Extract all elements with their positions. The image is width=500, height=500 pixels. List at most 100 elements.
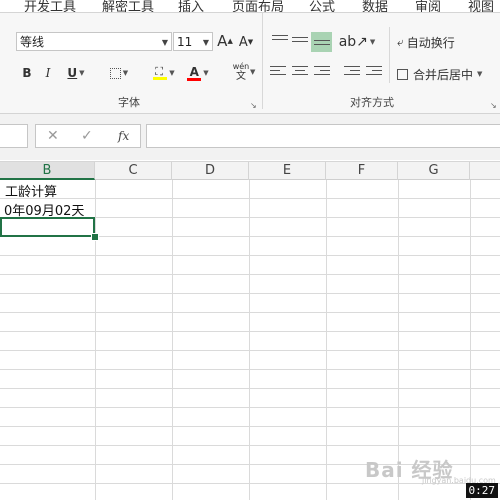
tab-page-layout[interactable]: 页面布局 bbox=[232, 0, 284, 12]
underline-button[interactable]: U ▼ bbox=[61, 64, 91, 82]
video-timer: 0:27 bbox=[465, 483, 498, 498]
wrap-text-button[interactable]: ⤶ 自动换行 bbox=[397, 32, 469, 52]
column-header-e[interactable]: E bbox=[249, 162, 326, 180]
tab-view[interactable]: 视图 bbox=[468, 0, 494, 12]
align-right-icon[interactable] bbox=[314, 66, 330, 80]
formula-bar-area: ✕ ✓ fx bbox=[0, 114, 500, 160]
merge-center-label: 合并后居中 bbox=[413, 67, 474, 82]
worksheet-grid[interactable]: 工龄计算 0年09月02天 bbox=[0, 180, 500, 500]
group-divider bbox=[262, 13, 263, 109]
gridline bbox=[0, 331, 500, 332]
insert-function-icon[interactable]: fx bbox=[118, 129, 129, 143]
wrap-text-label: 自动换行 bbox=[406, 35, 455, 50]
gridline bbox=[0, 388, 500, 389]
italic-icon: I bbox=[45, 66, 51, 80]
gridline bbox=[0, 445, 500, 446]
cancel-icon[interactable]: ✕ bbox=[47, 128, 59, 144]
gridline bbox=[0, 407, 500, 408]
gridline bbox=[0, 293, 500, 294]
chevron-down-icon: ▼ bbox=[477, 70, 483, 78]
align-top-icon[interactable] bbox=[272, 35, 288, 49]
formula-buttons: ✕ ✓ fx bbox=[35, 124, 141, 148]
font-size-value: 11 bbox=[177, 35, 193, 49]
orientation-button[interactable]: ab↗ ▼ bbox=[339, 32, 376, 52]
group-divider bbox=[389, 27, 390, 83]
font-color-button[interactable]: A ▼ bbox=[183, 62, 213, 84]
paint-bucket-icon: ⛶ bbox=[153, 65, 168, 81]
italic-button[interactable]: I bbox=[40, 64, 56, 82]
gridline bbox=[0, 426, 500, 427]
wrap-text-icon: ⤶ bbox=[397, 34, 404, 49]
column-header-f[interactable]: F bbox=[326, 162, 398, 180]
decrease-indent-icon[interactable] bbox=[344, 66, 360, 80]
chevron-down-icon: ▼ bbox=[203, 69, 209, 77]
font-name-value: 等线 bbox=[20, 35, 45, 49]
tab-decrypt[interactable]: 解密工具 bbox=[102, 0, 154, 12]
gridline bbox=[172, 180, 173, 500]
underline-icon: U bbox=[67, 66, 78, 80]
font-group-label: 字体 bbox=[118, 96, 140, 109]
column-header-d[interactable]: D bbox=[172, 162, 249, 180]
name-box[interactable] bbox=[0, 124, 28, 148]
align-bottom-button[interactable] bbox=[311, 32, 332, 52]
gridline bbox=[0, 350, 500, 351]
alignment-dialog-launcher-icon[interactable]: ↘ bbox=[490, 101, 497, 110]
chevron-down-icon[interactable]: ▼ bbox=[250, 68, 255, 76]
gridline bbox=[470, 180, 471, 500]
gridline bbox=[95, 180, 96, 500]
bold-icon: B bbox=[22, 66, 32, 80]
gridline bbox=[0, 198, 500, 199]
tab-formulas[interactable]: 公式 bbox=[309, 0, 335, 12]
shrink-font-button[interactable]: A ▼ bbox=[238, 32, 254, 52]
gridline bbox=[398, 180, 399, 500]
chevron-down-icon: ▼ bbox=[122, 69, 129, 77]
fill-handle[interactable] bbox=[91, 233, 99, 241]
font-size-select[interactable]: 11 ▼ bbox=[173, 32, 213, 51]
column-header-row: B C D E F G bbox=[0, 161, 500, 180]
chevron-down-icon: ▼ bbox=[369, 38, 376, 46]
align-center-icon[interactable] bbox=[292, 66, 308, 80]
gridline bbox=[0, 312, 500, 313]
bold-button[interactable]: B bbox=[19, 64, 35, 82]
tab-data[interactable]: 数据 bbox=[362, 0, 388, 12]
formula-input[interactable] bbox=[146, 124, 500, 148]
fill-color-button[interactable]: ⛶ ▼ bbox=[149, 62, 179, 84]
cell-b1[interactable]: 工龄计算 bbox=[5, 181, 57, 200]
chevron-down-icon: ▼ bbox=[161, 38, 168, 47]
borders-button[interactable]: ▼ bbox=[104, 64, 134, 82]
gridline bbox=[0, 369, 500, 370]
ribbon-tab-strip: 开发工具 解密工具 插入 页面布局 公式 数据 审阅 视图 bbox=[0, 0, 500, 13]
chevron-down-icon: ▼ bbox=[79, 69, 85, 77]
align-left-icon[interactable] bbox=[270, 66, 286, 80]
borders-icon bbox=[109, 67, 121, 79]
column-header-g[interactable]: G bbox=[398, 162, 470, 180]
font-name-select[interactable]: 等线 ▼ bbox=[16, 32, 172, 51]
column-header-h[interactable] bbox=[470, 162, 500, 180]
shrink-font-icon: A bbox=[238, 34, 248, 50]
increase-indent-icon[interactable] bbox=[366, 66, 382, 80]
active-cell-b3[interactable] bbox=[0, 217, 95, 237]
tab-developer[interactable]: 开发工具 bbox=[24, 0, 76, 12]
column-header-c[interactable]: C bbox=[95, 162, 172, 180]
font-color-icon: A bbox=[187, 65, 202, 81]
ribbon-panel: 等线 ▼ 11 ▼ A ▲ A ▼ B I U ▼ ▼ ⛶ ▼ A ▼ wén … bbox=[0, 13, 500, 114]
gridline bbox=[326, 180, 327, 500]
chevron-down-icon: ▼ bbox=[202, 38, 209, 47]
phonetic-char-text: 文 bbox=[236, 71, 246, 82]
alignment-group-label: 对齐方式 bbox=[350, 96, 394, 109]
font-dialog-launcher-icon[interactable]: ↘ bbox=[250, 101, 257, 110]
tab-insert[interactable]: 插入 bbox=[178, 0, 204, 12]
gridline bbox=[249, 180, 250, 500]
grow-font-icon: A bbox=[217, 32, 228, 50]
text-orientation-icon: ab↗ bbox=[338, 34, 368, 50]
align-middle-icon[interactable] bbox=[292, 37, 308, 51]
grow-font-button[interactable]: A ▲ bbox=[217, 31, 233, 51]
gridline bbox=[0, 255, 500, 256]
merge-cells-icon bbox=[397, 68, 408, 80]
merge-center-button[interactable]: 合并后居中 ▼ bbox=[397, 64, 489, 84]
enter-icon[interactable]: ✓ bbox=[81, 128, 93, 144]
column-header-b[interactable]: B bbox=[0, 162, 95, 180]
chevron-down-icon: ▼ bbox=[169, 69, 175, 77]
tab-review[interactable]: 审阅 bbox=[415, 0, 441, 12]
gridline bbox=[0, 274, 500, 275]
